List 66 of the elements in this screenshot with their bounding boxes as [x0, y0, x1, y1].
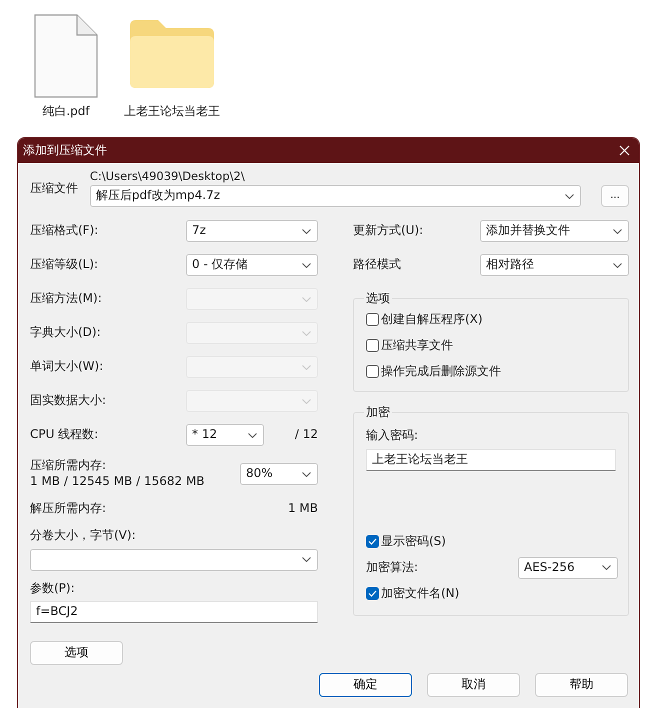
caret-icon	[302, 228, 311, 234]
dropdown[interactable]: AES-256	[518, 556, 618, 579]
field-label: 加密算法:	[366, 560, 418, 576]
dropdown[interactable]: 解压后pdf改为mp4.7z	[90, 185, 582, 207]
checkbox[interactable]	[366, 339, 379, 352]
field-label: 参数(P):	[30, 580, 76, 596]
checkbox[interactable]	[366, 535, 379, 548]
field-label: 分卷大小，字节(V):	[30, 528, 137, 544]
dropdown[interactable]: 0 - 仅存储	[186, 254, 318, 276]
dropdown[interactable]: 添加并替换文件	[480, 220, 629, 242]
caret-icon	[613, 228, 622, 234]
caret-icon	[302, 330, 311, 336]
checkbox-label[interactable]: 显示密码(S)	[381, 534, 446, 550]
file-path: C:\Users\49039\Desktop\2\	[90, 169, 246, 185]
caret-icon	[302, 472, 311, 476]
caret-icon	[302, 296, 311, 302]
memory-usage: 1 MB / 12545 MB / 15682 MB	[30, 474, 205, 490]
field-label: CPU 线程数:	[30, 427, 100, 443]
memory-value: 1 MB	[288, 501, 318, 517]
field-label: 压缩格式(F):	[30, 223, 98, 239]
checkbox-label[interactable]: 压缩共享文件	[381, 338, 453, 354]
checkbox-label[interactable]: 创建自解压程序(X)	[381, 312, 483, 328]
dropdown[interactable]: 7z	[186, 220, 318, 242]
checkbox-label[interactable]: 加密文件名(N)	[381, 586, 460, 602]
password-field[interactable]: 上老王论坛当老王	[366, 448, 616, 471]
caret-icon	[602, 565, 611, 570]
field-label: 压缩文件	[30, 181, 79, 197]
field-label: 压缩方法(M):	[30, 291, 102, 307]
checkbox[interactable]	[366, 365, 379, 378]
field-label: 更新方式(U):	[353, 223, 424, 239]
caret-icon	[302, 557, 311, 562]
dropdown[interactable]	[30, 548, 318, 571]
field-label: 路径模式	[353, 257, 401, 273]
group-title: 加密	[364, 404, 392, 420]
thread-count: / 12	[294, 427, 318, 443]
caret-icon	[302, 364, 311, 370]
dialog-button[interactable]: 帮助	[535, 673, 628, 698]
field-label: 压缩所需内存:	[30, 458, 108, 474]
dropdown[interactable]: 80%	[240, 463, 318, 485]
field-label: 字典大小(D):	[30, 325, 101, 341]
dropdown[interactable]: * 12	[186, 424, 264, 446]
close-icon[interactable]	[619, 145, 630, 156]
checkbox-label[interactable]: 操作完成后删除源文件	[381, 364, 501, 380]
file-icon[interactable]	[34, 14, 98, 98]
options-button[interactable]: 选项	[30, 641, 123, 666]
caret-icon	[613, 262, 622, 268]
field-label: 压缩等级(L):	[30, 257, 98, 273]
field-label: 单词大小(W):	[30, 359, 104, 375]
field-label: 输入密码:	[366, 428, 420, 444]
checkbox[interactable]	[366, 313, 379, 326]
file-name: 上老王论坛当老王	[124, 104, 220, 120]
browse-button[interactable]: ...	[601, 185, 629, 207]
dialog-button[interactable]: 确定	[319, 673, 412, 698]
field-label: 固实数据大小:	[30, 393, 106, 409]
file-name: 纯白.pdf	[41, 104, 91, 120]
window-title: 添加到压缩文件	[23, 142, 107, 158]
field-label: 解压所需内存:	[30, 501, 106, 517]
caret-icon	[565, 194, 574, 198]
caret-icon	[302, 398, 311, 404]
group-title: 选项	[364, 291, 392, 307]
dialog-button[interactable]: 取消	[427, 673, 520, 698]
input-field[interactable]: f=BCJ2	[30, 601, 318, 624]
caret-icon	[248, 432, 257, 438]
dropdown[interactable]: 相对路径	[480, 254, 629, 276]
checkbox[interactable]	[366, 587, 379, 600]
caret-icon	[302, 262, 311, 268]
